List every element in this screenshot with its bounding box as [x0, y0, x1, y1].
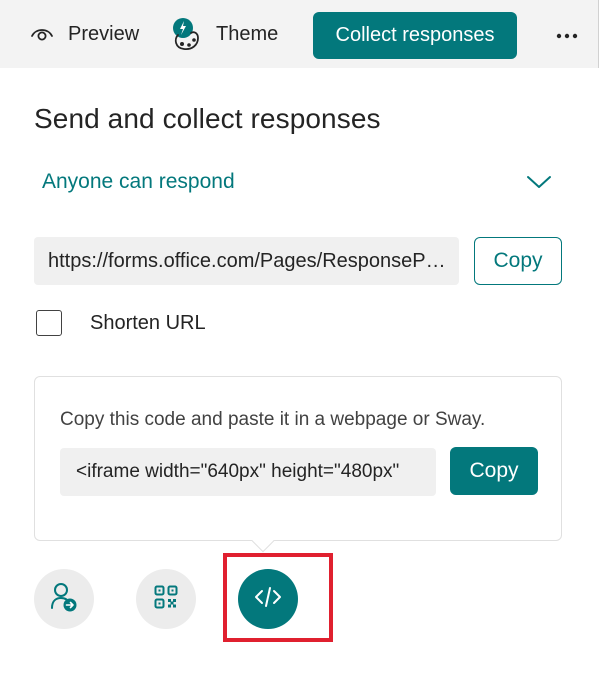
top-toolbar: Preview Theme Collect responses [0, 0, 599, 68]
theme-label: Theme [216, 22, 279, 45]
response-url-field[interactable]: https://forms.office.com/Pages/ResponseP… [34, 237, 459, 285]
shorten-url-label: Shorten URL [90, 311, 206, 334]
response-url-text: https://forms.office.com/Pages/ResponseP… [48, 249, 451, 272]
collect-responses-page: Preview Theme Collect responses Send and… [0, 0, 599, 695]
embed-code-card: Copy this code and paste it in a webpage… [34, 376, 562, 541]
palette-icon [172, 17, 202, 51]
shorten-url-checkbox[interactable] [36, 310, 62, 336]
more-options-button[interactable] [552, 22, 582, 48]
panel-title: Send and collect responses [34, 103, 381, 134]
person-arrow-icon [49, 581, 79, 618]
qr-code-button[interactable] [136, 569, 196, 629]
preview-button[interactable]: Preview [30, 0, 139, 68]
shorten-url-option[interactable]: Shorten URL [36, 309, 206, 337]
share-with-people-button[interactable] [34, 569, 94, 629]
theme-button[interactable]: Theme [172, 0, 278, 68]
eye-icon [30, 25, 54, 43]
embed-description: Copy this code and paste it in a webpage… [60, 409, 486, 430]
qr-code-icon [154, 585, 178, 614]
copy-embed-button[interactable]: Copy [450, 447, 538, 495]
audience-label: Anyone can respond [42, 170, 235, 193]
embed-code-text: <iframe width="640px" height="480px" [76, 461, 400, 482]
more-horizontal-icon [556, 26, 578, 44]
audience-dropdown[interactable]: Anyone can respond [34, 164, 562, 200]
embed-code-field[interactable]: <iframe width="640px" height="480px" [60, 448, 436, 496]
preview-label: Preview [68, 22, 140, 45]
copy-url-button[interactable]: Copy [474, 237, 562, 285]
collect-responses-button[interactable]: Collect responses [313, 12, 517, 59]
code-icon [254, 586, 282, 613]
chevron-down-icon [526, 175, 552, 189]
embed-button[interactable] [238, 569, 298, 629]
